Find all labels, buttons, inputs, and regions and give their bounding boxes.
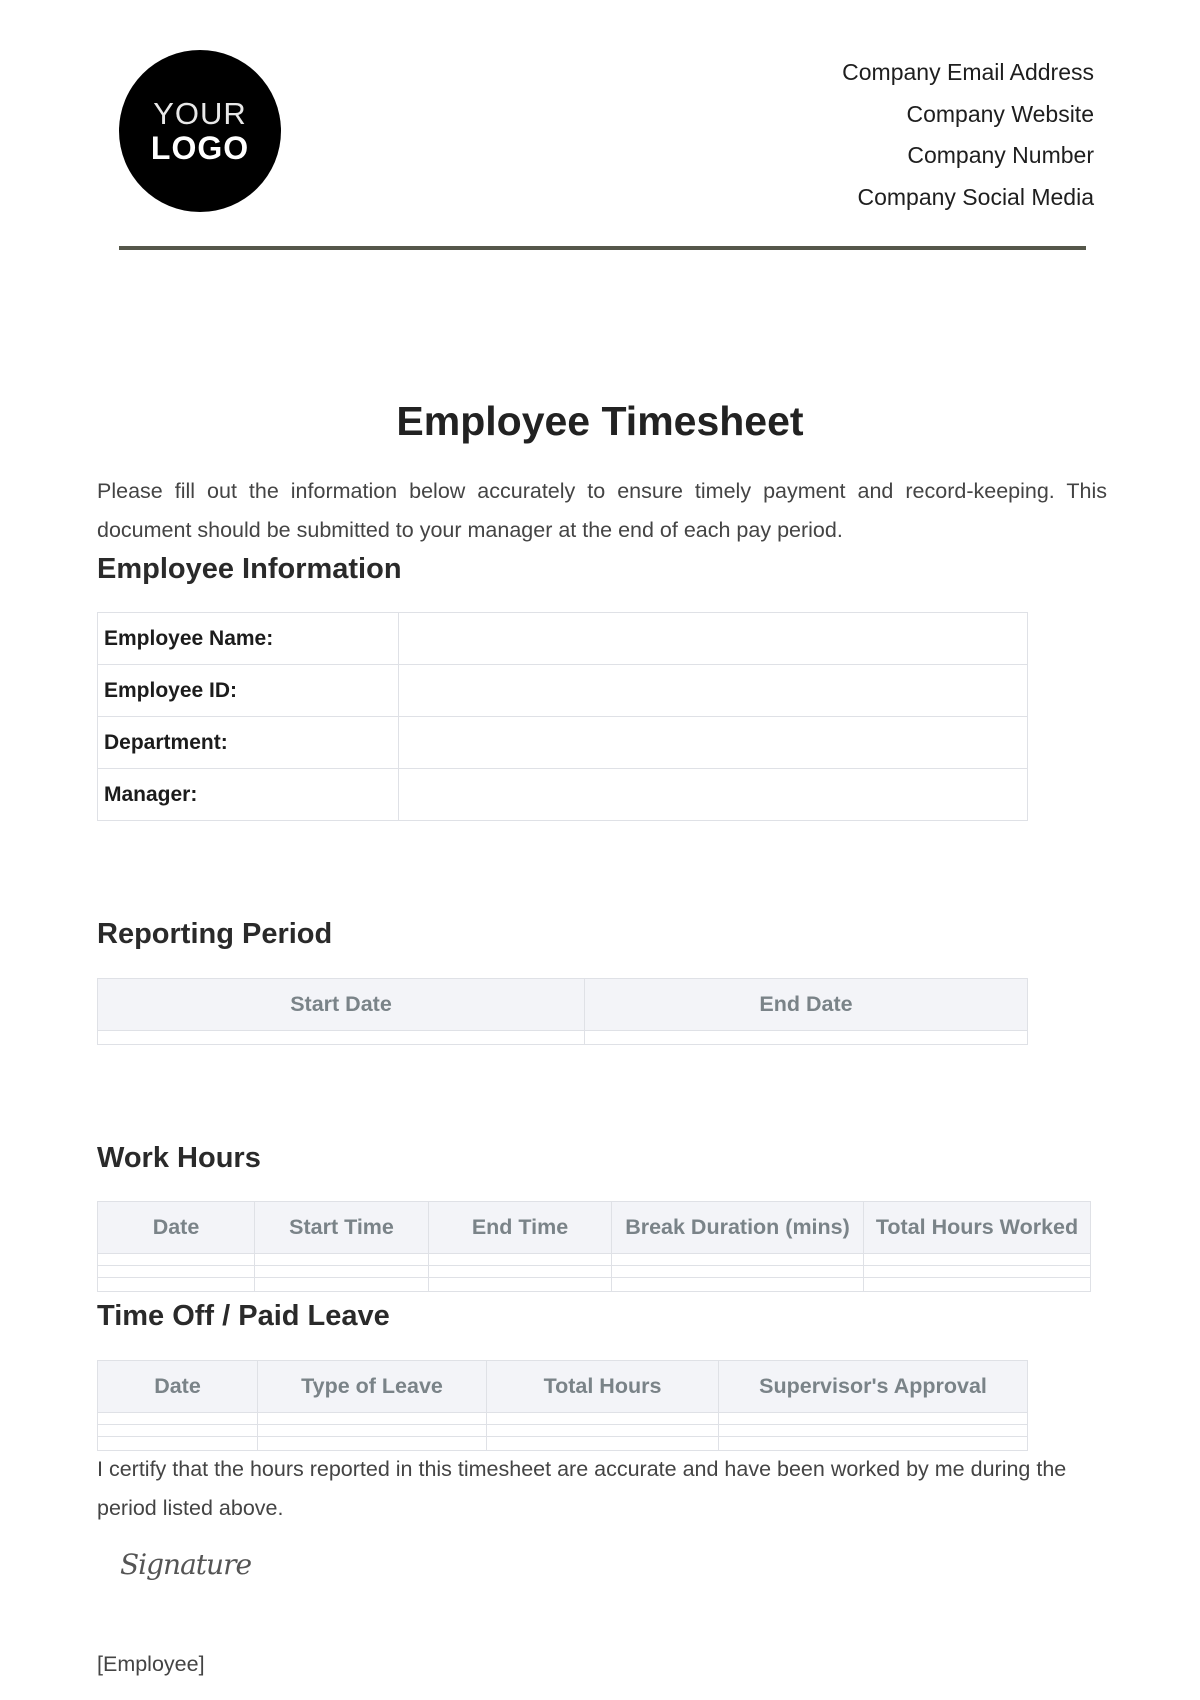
table-row: Employee ID: [97, 664, 1028, 717]
signer-name: [Employee] [97, 1652, 205, 1676]
start-time-cell[interactable] [254, 1253, 429, 1266]
total-hours-cell[interactable] [486, 1424, 719, 1437]
department-label: Department: [97, 716, 399, 769]
column-header-total-hours-worked: Total Hours Worked [863, 1201, 1091, 1254]
work-hours-table: Date Start Time End Time Break Duration … [97, 1201, 1091, 1292]
company-contact-block: Company Email Address Company Website Co… [842, 52, 1094, 218]
type-of-leave-cell[interactable] [257, 1424, 487, 1437]
employee-id-label: Employee ID: [97, 664, 399, 717]
column-header-start-time: Start Time [254, 1201, 429, 1254]
employee-name-label: Employee Name: [97, 612, 399, 665]
table-row: Department: [97, 716, 1028, 769]
section-heading-time-off: Time Off / Paid Leave [97, 1300, 390, 1332]
company-website: Company Website [906, 100, 1095, 127]
total-hours-cell[interactable] [486, 1412, 719, 1425]
table-row [97, 1436, 1028, 1451]
break-duration-cell[interactable] [611, 1265, 864, 1278]
start-date-cell[interactable] [97, 1030, 585, 1045]
employee-info-table: Employee Name: Employee ID: Department: … [97, 612, 1028, 821]
total-hours-cell[interactable] [486, 1436, 719, 1451]
end-date-cell[interactable] [584, 1030, 1028, 1045]
table-row: Manager: [97, 768, 1028, 821]
company-email: Company Email Address [842, 59, 1094, 85]
time-off-table: Date Type of Leave Total Hours Superviso… [97, 1360, 1028, 1451]
page-title: Employee Timesheet [396, 398, 804, 444]
date-cell[interactable] [97, 1277, 255, 1292]
reporting-period-table: Start Date End Date [97, 978, 1028, 1045]
manager-field[interactable] [398, 768, 1028, 821]
company-social-media: Company Social Media [857, 183, 1094, 210]
table-header-row: Date Type of Leave Total Hours Superviso… [97, 1360, 1028, 1413]
start-time-cell[interactable] [254, 1277, 429, 1292]
date-cell[interactable] [97, 1424, 258, 1437]
manager-label: Manager: [97, 768, 399, 821]
employee-name-field[interactable] [398, 612, 1028, 665]
supervisor-approval-cell[interactable] [718, 1436, 1028, 1451]
date-cell[interactable] [97, 1436, 258, 1451]
logo-line-2: LOGO [150, 130, 250, 166]
company-number: Company Number [907, 142, 1094, 168]
column-header-end-date: End Date [584, 978, 1028, 1031]
break-duration-cell[interactable] [611, 1253, 864, 1266]
date-cell[interactable] [97, 1412, 258, 1425]
column-header-supervisor-approval: Supervisor's Approval [718, 1360, 1028, 1413]
break-duration-cell[interactable] [611, 1277, 864, 1292]
column-header-break-duration: Break Duration (mins) [611, 1201, 864, 1254]
table-row [97, 1277, 1091, 1292]
end-time-cell[interactable] [428, 1253, 612, 1266]
column-header-type-of-leave: Type of Leave [257, 1360, 487, 1413]
department-field[interactable] [398, 716, 1028, 769]
column-header-date: Date [97, 1360, 258, 1413]
table-header-row: Start Date End Date [97, 978, 1028, 1031]
table-row [97, 1424, 1028, 1437]
table-row [97, 1412, 1028, 1425]
employee-id-field[interactable] [398, 664, 1028, 717]
table-row [97, 1253, 1091, 1266]
signature: Signature [120, 1548, 252, 1581]
column-header-date: Date [97, 1201, 255, 1254]
table-header-row: Date Start Time End Time Break Duration … [97, 1201, 1091, 1254]
date-cell[interactable] [97, 1265, 255, 1278]
column-header-start-date: Start Date [97, 978, 585, 1031]
total-hours-cell[interactable] [863, 1265, 1091, 1278]
certification-statement: I certify that the hours reported in thi… [97, 1457, 1067, 1520]
total-hours-cell[interactable] [863, 1277, 1091, 1292]
supervisor-approval-cell[interactable] [718, 1412, 1028, 1425]
table-row: Employee Name: [97, 612, 1028, 665]
table-row [97, 1030, 1028, 1045]
type-of-leave-cell[interactable] [257, 1412, 487, 1425]
header-divider [119, 246, 1086, 250]
type-of-leave-cell[interactable] [257, 1436, 487, 1451]
supervisor-approval-cell[interactable] [718, 1424, 1028, 1437]
end-time-cell[interactable] [428, 1277, 612, 1292]
section-heading-reporting-period: Reporting Period [97, 918, 333, 950]
total-hours-cell[interactable] [863, 1253, 1091, 1266]
column-header-total-hours: Total Hours [486, 1360, 719, 1413]
section-heading-employee-info: Employee Information [97, 553, 402, 585]
start-time-cell[interactable] [254, 1265, 429, 1278]
company-logo: YOUR LOGO [119, 50, 281, 212]
date-cell[interactable] [97, 1253, 255, 1266]
section-heading-work-hours: Work Hours [97, 1142, 261, 1174]
logo-line-1: YOUR [153, 96, 247, 131]
table-row [97, 1265, 1091, 1278]
end-time-cell[interactable] [428, 1265, 612, 1278]
column-header-end-time: End Time [428, 1201, 612, 1254]
intro-paragraph: Please fill out the information below ac… [97, 479, 1107, 542]
